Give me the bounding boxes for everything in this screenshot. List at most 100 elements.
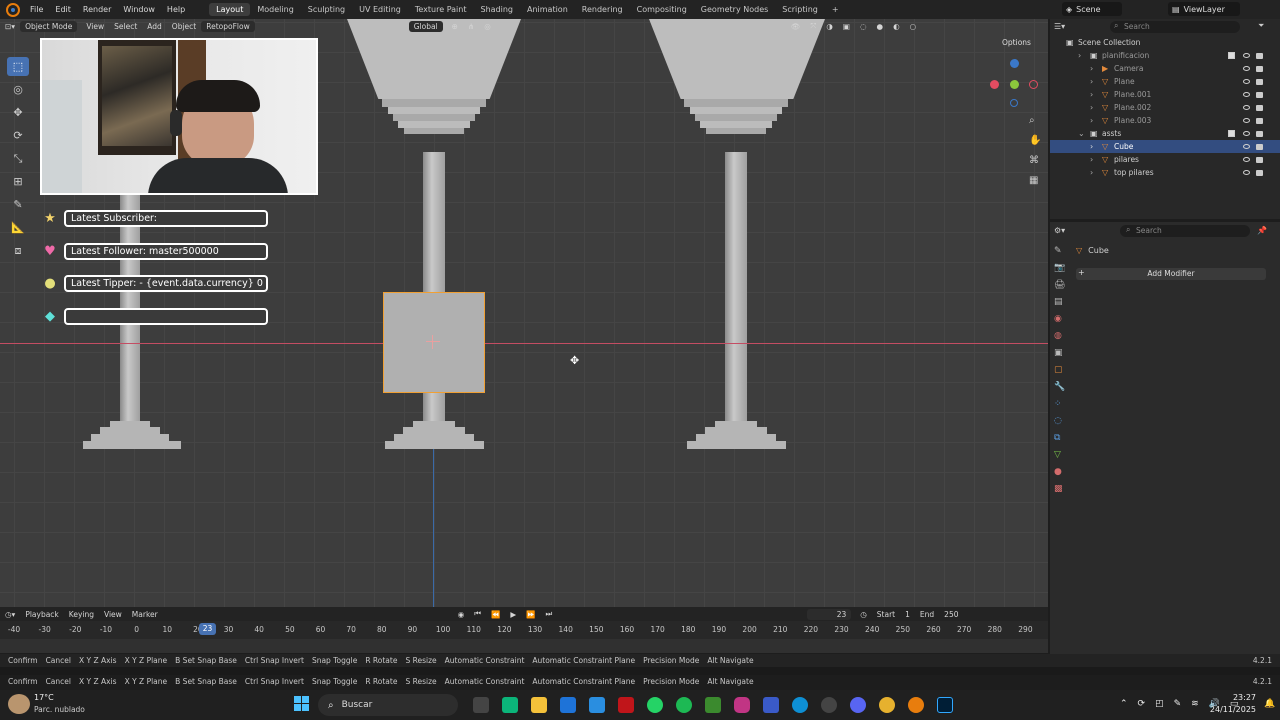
tab-uv-editing[interactable]: UV Editing [352, 3, 408, 16]
pin-icon[interactable]: 📌 [1257, 226, 1267, 235]
record-icon[interactable]: ◉ [453, 609, 470, 620]
windows-start-icon[interactable] [294, 696, 310, 712]
outliner-row[interactable]: › ▽ Plane.002 [1050, 101, 1280, 114]
pivot-icon[interactable]: ⊕ [447, 21, 463, 32]
timeline-menu-view[interactable]: View [99, 609, 127, 620]
scene-tab-icon[interactable]: ◉ [1054, 314, 1065, 324]
menu-help[interactable]: Help [161, 5, 191, 14]
pan-hand-icon[interactable]: ✋ [1029, 135, 1041, 146]
properties-search-input[interactable]: Search [1120, 225, 1250, 237]
scale-tool-icon[interactable]: ⤡ [7, 149, 29, 168]
timeline-ruler[interactable]: -40 -30 -20 -10 0 10 20 30 40 50 60 70 80 90 100 110 120… [0, 621, 1048, 639]
timeline-editor-icon[interactable]: ◷▾ [0, 609, 20, 620]
start-frame-field[interactable]: 1 [900, 609, 915, 620]
outliner-row[interactable]: › ▽ Plane [1050, 75, 1280, 88]
openai-icon[interactable] [821, 697, 837, 713]
expand-arrow-icon[interactable]: › [1090, 103, 1098, 112]
gizmo-toggle-icon[interactable]: ⤧ [805, 20, 821, 32]
render-tab-icon[interactable]: 📷 [1054, 263, 1065, 273]
edge-icon[interactable] [792, 697, 808, 713]
zoom-icon[interactable]: ⌕ [1029, 115, 1035, 126]
select-box-tool-icon[interactable]: ⬚ [7, 57, 29, 76]
shading-rendered-icon[interactable]: ○ [905, 21, 922, 32]
xray-icon[interactable]: ▣ [838, 21, 855, 32]
exclude-checkbox[interactable] [1228, 52, 1235, 59]
photoshop-icon[interactable] [937, 697, 953, 713]
tab-compositing[interactable]: Compositing [630, 3, 694, 16]
shading-solid-icon[interactable]: ● [872, 21, 889, 32]
retopoflow-menu[interactable]: RetopoFlow [201, 20, 255, 32]
current-frame-field[interactable]: 23 [807, 608, 852, 620]
tab-scripting[interactable]: Scripting [775, 3, 825, 16]
add-cube-tool-icon[interactable]: ⧈ [7, 241, 29, 260]
outliner-row[interactable]: › ▣ planificacion [1050, 49, 1280, 62]
mode-selector[interactable]: Object Mode [20, 20, 78, 32]
particles-tab-icon[interactable]: ⁘ [1054, 399, 1065, 409]
tab-geometry-nodes[interactable]: Geometry Nodes [694, 3, 775, 16]
tab-texture-paint[interactable]: Texture Paint [408, 3, 474, 16]
expand-arrow-icon[interactable]: › [1090, 90, 1098, 99]
transform-tool-icon[interactable]: ⊞ [7, 172, 29, 191]
render-icon[interactable] [1256, 65, 1263, 72]
eye-icon[interactable] [1243, 79, 1250, 84]
navigation-gizmo[interactable] [990, 59, 1038, 107]
view-layer-selector[interactable]: ▤ ViewLayer [1168, 2, 1240, 16]
editor-type-icon[interactable]: ⊡▾ [0, 21, 20, 32]
outliner-row[interactable]: › ▽ pilares [1050, 153, 1280, 166]
object-tab-icon[interactable]: ▢ [1054, 365, 1065, 375]
jump-end-icon[interactable]: ⏭ [541, 608, 558, 620]
world-tab-icon[interactable]: ◍ [1054, 331, 1065, 341]
scene-selector[interactable]: ◈ Scene [1062, 2, 1122, 16]
cursor-tool-icon[interactable]: ◎ [7, 80, 29, 99]
tool-tab-icon[interactable]: ✎ [1054, 246, 1065, 256]
eye-icon[interactable] [1243, 144, 1250, 149]
next-keyframe-icon[interactable]: ⏩ [521, 609, 540, 620]
eye-icon[interactable] [1243, 105, 1250, 110]
collapse-arrow-icon[interactable]: ⌄ [1078, 129, 1086, 138]
expand-arrow-icon[interactable]: › [1090, 116, 1098, 125]
material-tab-icon[interactable]: ● [1054, 467, 1065, 477]
add-modifier-button[interactable]: Add Modifier [1076, 268, 1266, 280]
filter-icon[interactable]: ⏷ [1258, 21, 1264, 31]
task-view-icon[interactable] [473, 697, 489, 713]
outliner-row[interactable]: › ▽ Plane.003 [1050, 114, 1280, 127]
snap-icon[interactable]: ⋔ [463, 21, 479, 32]
eye-icon[interactable] [1243, 170, 1250, 175]
discord-icon[interactable] [850, 697, 866, 713]
render-icon[interactable] [1256, 130, 1263, 137]
defender-app-icon[interactable] [589, 697, 605, 713]
clock-icon[interactable]: ◷ [855, 609, 872, 620]
outliner-search-input[interactable]: Search [1110, 21, 1240, 33]
outliner-row-selected[interactable]: › ▽ Cube [1050, 140, 1280, 153]
tab-shading[interactable]: Shading [473, 3, 520, 16]
camera-view-icon[interactable]: ⌘ [1029, 155, 1039, 166]
tray-overflow-icon[interactable]: ⌃ [1120, 699, 1128, 709]
add-workspace-button[interactable]: + [825, 3, 846, 16]
store-app-icon[interactable] [560, 697, 576, 713]
viewport-menu-select[interactable]: Select [109, 21, 142, 32]
render-icon[interactable] [1256, 104, 1263, 111]
menu-window[interactable]: Window [117, 5, 161, 14]
render-icon[interactable] [1256, 143, 1263, 150]
play-icon[interactable]: ▶ [505, 609, 521, 620]
eye-icon[interactable] [1243, 66, 1250, 71]
render-icon[interactable] [1256, 78, 1263, 85]
exclude-checkbox[interactable] [1228, 130, 1235, 137]
menu-edit[interactable]: Edit [49, 5, 77, 14]
outliner-row[interactable]: ⌄ ▣ assts [1050, 127, 1280, 140]
eye-icon[interactable] [1243, 53, 1250, 58]
properties-editor-icon[interactable]: ⚙▾ [1054, 226, 1065, 235]
gizmo-z-icon[interactable] [1010, 59, 1019, 68]
visibility-icon[interactable]: 👁 [786, 21, 806, 32]
collection-tab-icon[interactable]: ▣ [1054, 348, 1065, 358]
rotate-tool-icon[interactable]: ⟳ [7, 126, 29, 145]
weather-icon[interactable] [8, 694, 30, 714]
view-layer-tab-icon[interactable]: ▤ [1054, 297, 1065, 307]
outliner-row[interactable]: › ▽ top pilares [1050, 166, 1280, 179]
playhead-frame[interactable]: 23 [199, 623, 216, 635]
expand-arrow-icon[interactable]: › [1078, 51, 1086, 60]
outliner-row[interactable]: › ▶ Camera [1050, 62, 1280, 75]
shading-wireframe-icon[interactable]: ◌ [855, 21, 872, 32]
eye-icon[interactable] [1243, 92, 1250, 97]
overlay-toggle-icon[interactable]: ◑ [821, 21, 838, 32]
